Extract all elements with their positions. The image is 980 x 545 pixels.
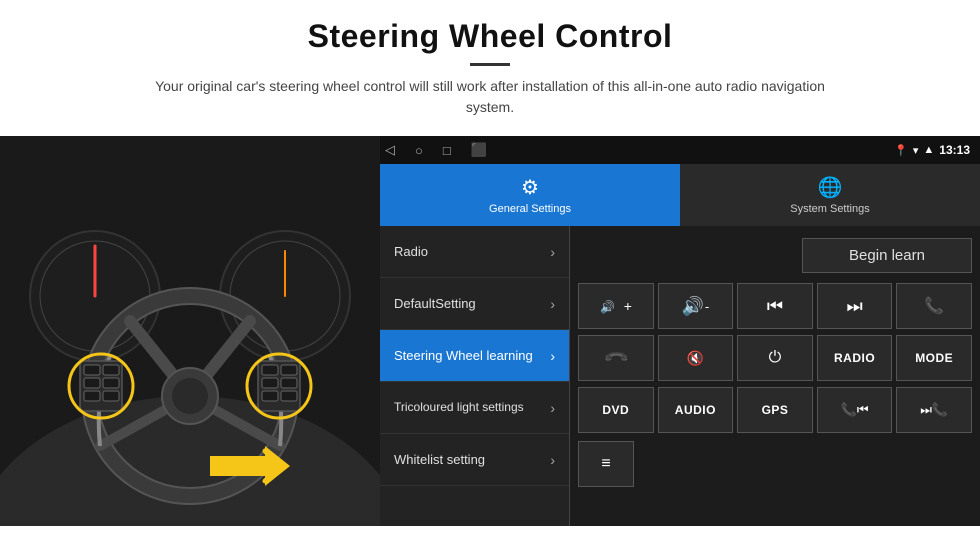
begin-learn-button[interactable]: Begin learn <box>802 238 972 273</box>
tab-general-label: General Settings <box>489 203 571 215</box>
power-button[interactable]: ⏻ <box>737 335 813 381</box>
wifi-icon: ▾ <box>913 144 919 157</box>
status-icons: 📍 ▾ ▲ 13:13 <box>894 143 970 157</box>
status-bar: ◁ ○ □ ⬛ 📍 ▾ ▲ 13:13 <box>380 136 980 164</box>
tab-system-label: System Settings <box>790 203 869 215</box>
clock: 13:13 <box>939 143 970 157</box>
android-ui: ◁ ○ □ ⬛ 📍 ▾ ▲ 13:13 ⚙ General Settings 🌐… <box>380 136 980 526</box>
dvd-button[interactable]: DVD <box>578 387 654 433</box>
signal-icon: ▲ <box>923 144 934 156</box>
menu-list: Radio › DefaultSetting › Steering Wheel … <box>380 226 980 526</box>
menu-item-default-setting[interactable]: DefaultSetting › <box>380 278 569 330</box>
mode-button[interactable]: MODE <box>896 335 972 381</box>
menu-nav-icon[interactable]: ⬛ <box>471 142 487 158</box>
chevron-icon-whitelist: › <box>550 452 555 468</box>
tab-bar: ⚙ General Settings 🌐 System Settings <box>380 164 980 226</box>
begin-learn-row: Begin learn <box>578 234 972 277</box>
phone-prev-button[interactable]: 📞⏮ <box>817 387 893 433</box>
phone-hangup-button[interactable]: 📞 <box>578 335 654 381</box>
menu-extra-button[interactable]: ≡ <box>578 441 634 487</box>
page-description: Your original car's steering wheel contr… <box>140 76 840 118</box>
gps-button[interactable]: GPS <box>737 387 813 433</box>
home-nav-icon[interactable]: ○ <box>415 143 423 158</box>
car-image-area <box>0 136 380 526</box>
system-settings-icon: 🌐 <box>818 175 843 200</box>
menu-item-tricolour[interactable]: Tricoloured light settings › <box>380 382 569 434</box>
radio-button[interactable]: RADIO <box>817 335 893 381</box>
control-buttons-row3: DVD AUDIO GPS 📞⏮ ⏭📞 <box>578 387 972 433</box>
phone-next-button[interactable]: ⏭📞 <box>896 387 972 433</box>
title-divider <box>470 63 510 66</box>
chevron-icon-radio: › <box>550 244 555 260</box>
audio-button[interactable]: AUDIO <box>658 387 734 433</box>
control-buttons-row2: 📞 🔇 ⏻ RADIO MODE <box>578 335 972 381</box>
chevron-icon-tricolour: › <box>550 400 555 416</box>
page-title: Steering Wheel Control <box>0 18 980 55</box>
vol-up-button[interactable]: 🔊 + <box>578 283 654 329</box>
chevron-icon-default: › <box>550 296 555 312</box>
tab-system-settings[interactable]: 🌐 System Settings <box>680 164 980 226</box>
menu-item-radio[interactable]: Radio › <box>380 226 569 278</box>
mute-button[interactable]: 🔇 <box>658 335 734 381</box>
menu-items-panel: Radio › DefaultSetting › Steering Wheel … <box>380 226 570 526</box>
recents-nav-icon[interactable]: □ <box>443 143 451 158</box>
general-settings-icon: ⚙ <box>521 175 539 200</box>
back-nav-icon[interactable]: ◁ <box>385 142 395 158</box>
menu-item-whitelist[interactable]: Whitelist setting › <box>380 434 569 486</box>
prev-track-button[interactable]: ⏮ <box>737 283 813 329</box>
vol-down-button[interactable]: 🔊- <box>658 283 734 329</box>
steering-wheel-svg <box>0 136 380 526</box>
phone-answer-button[interactable]: 📞 <box>896 283 972 329</box>
control-buttons-row1: 🔊 + 🔊- ⏮ ⏭ 📞 <box>578 283 972 329</box>
page-header: Steering Wheel Control Your original car… <box>0 0 980 126</box>
location-icon: 📍 <box>894 144 908 157</box>
next-track-button[interactable]: ⏭ <box>817 283 893 329</box>
svg-text:🔊: 🔊 <box>600 299 615 314</box>
menu-item-steering-wheel[interactable]: Steering Wheel learning › <box>380 330 569 382</box>
tab-general-settings[interactable]: ⚙ General Settings <box>380 164 680 226</box>
chevron-icon-steering: › <box>550 348 555 364</box>
right-panel: Begin learn 🔊 + 🔊- ⏮ ⏭ <box>570 226 980 526</box>
main-content: ◁ ○ □ ⬛ 📍 ▾ ▲ 13:13 ⚙ General Settings 🌐… <box>0 136 980 526</box>
